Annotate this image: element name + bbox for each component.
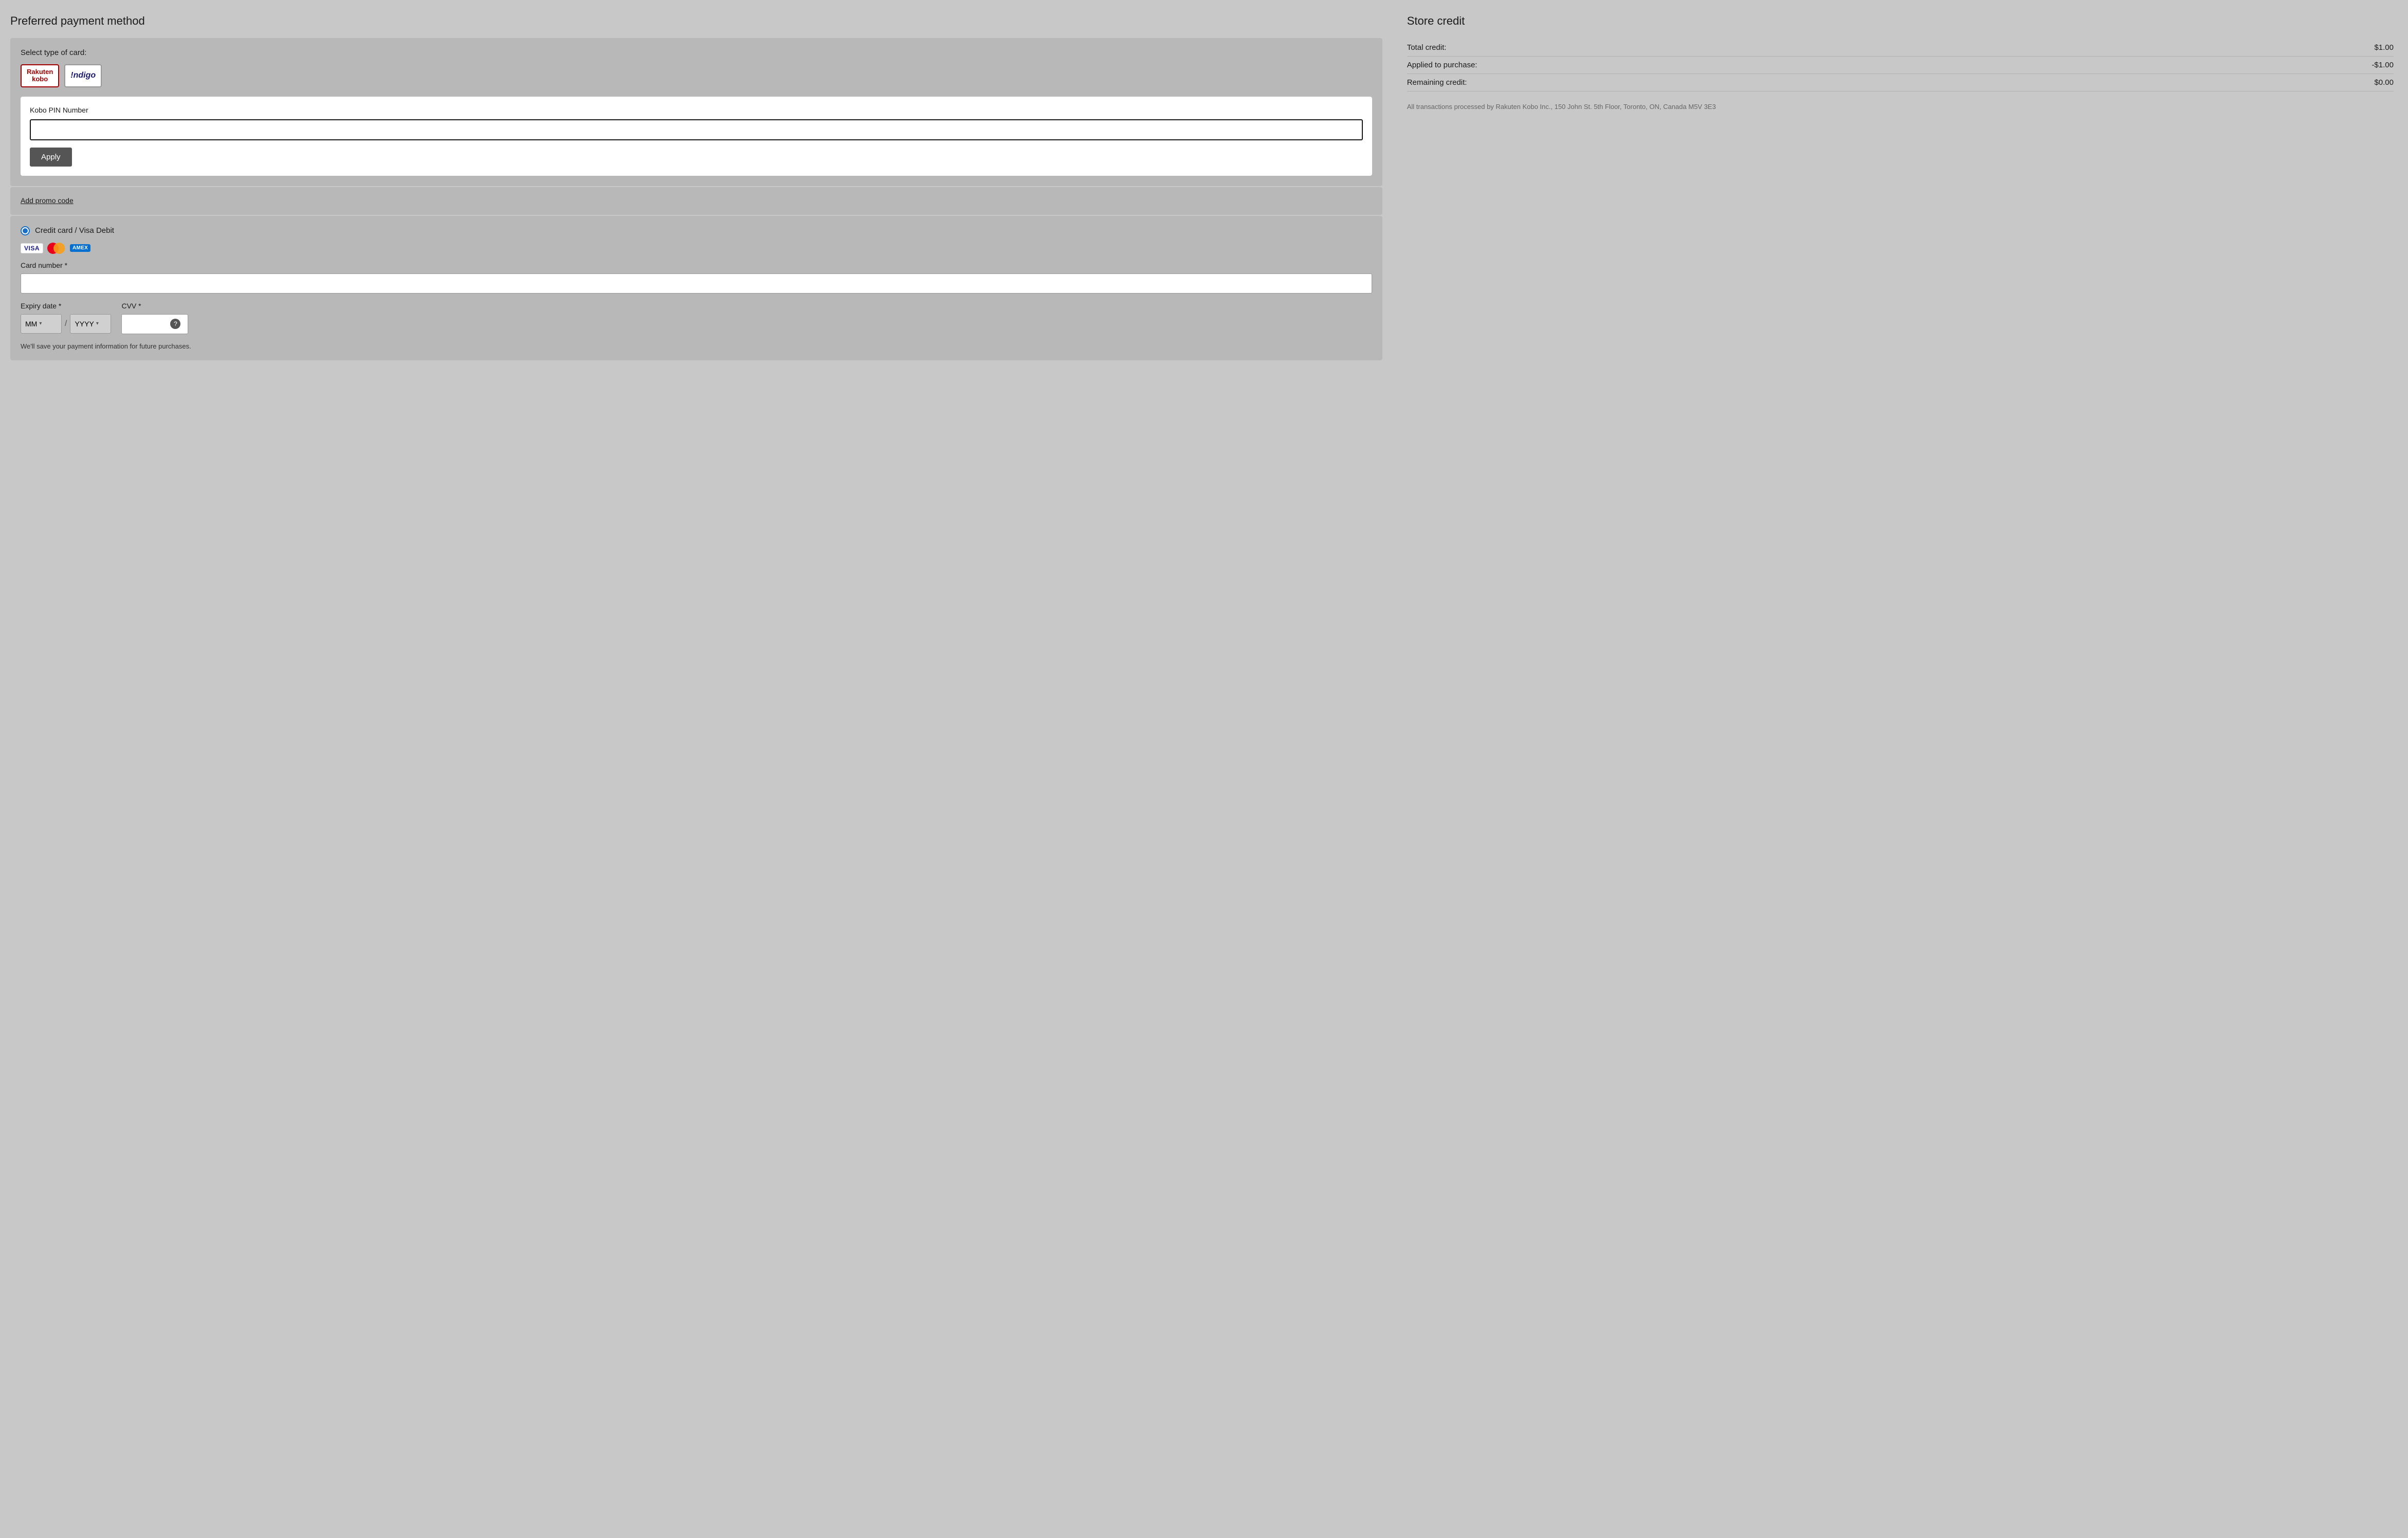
- credit-card-radio-button[interactable]: [21, 226, 30, 235]
- expiry-selects: MM ▾ / YYYY ▾: [21, 314, 111, 334]
- store-credit-title: Store credit: [1407, 14, 2394, 28]
- radio-inner: [23, 228, 28, 233]
- indigo-card-option[interactable]: !ndigo: [64, 64, 102, 87]
- card-number-input[interactable]: [21, 273, 1372, 294]
- cvv-group: CVV * ?: [121, 302, 188, 334]
- month-select[interactable]: MM ▾: [21, 314, 62, 334]
- remaining-credit-value: $0.00: [2374, 78, 2394, 87]
- month-value: MM: [25, 320, 37, 328]
- card-section: Select type of card: Rakuten kobo !ndigo…: [10, 38, 1382, 186]
- left-panel: Preferred payment method Select type of …: [0, 0, 1397, 1538]
- rakuten-text: Rakuten: [27, 68, 53, 76]
- total-credit-value: $1.00: [2374, 43, 2394, 52]
- rakuten-kobo-logo: Rakuten kobo: [27, 68, 53, 83]
- applied-credit-value: -$1.00: [2371, 61, 2394, 69]
- total-credit-row: Total credit: $1.00: [1407, 39, 2394, 57]
- select-card-label: Select type of card:: [21, 48, 1372, 57]
- apply-button[interactable]: Apply: [30, 148, 72, 167]
- pin-label: Kobo PIN Number: [30, 106, 1363, 114]
- mc-right: [53, 243, 65, 254]
- applied-credit-label: Applied to purchase:: [1407, 61, 1477, 69]
- rakuten-kobo-card-option[interactable]: Rakuten kobo: [21, 64, 59, 87]
- kobo-text: kobo: [32, 76, 48, 83]
- pin-input[interactable]: [30, 119, 1363, 140]
- year-chevron-icon: ▾: [96, 321, 99, 326]
- year-value: YYYY: [75, 320, 94, 328]
- card-number-label: Card number *: [21, 261, 1372, 269]
- month-chevron-icon: ▾: [39, 321, 42, 326]
- cvv-help-icon[interactable]: ?: [170, 319, 180, 329]
- card-options: Rakuten kobo !ndigo: [21, 64, 1372, 87]
- legal-text: All transactions processed by Rakuten Ko…: [1407, 102, 2394, 112]
- cvv-input-wrap: ?: [121, 314, 188, 334]
- add-promo-code-link[interactable]: Add promo code: [21, 196, 74, 205]
- expiry-cvv-row: Expiry date * MM ▾ / YYYY ▾ CV: [21, 302, 1372, 334]
- cvv-label: CVV *: [121, 302, 188, 310]
- amex-icon: AMEX: [70, 244, 90, 252]
- year-select[interactable]: YYYY ▾: [70, 314, 111, 334]
- mastercard-icon: [47, 243, 66, 254]
- visa-icon: VISA: [21, 243, 43, 253]
- save-note: We'll save your payment information for …: [21, 342, 1372, 350]
- applied-credit-row: Applied to purchase: -$1.00: [1407, 57, 2394, 74]
- right-panel: Store credit Total credit: $1.00 Applied…: [1397, 0, 2408, 1538]
- pin-section: Kobo PIN Number Apply: [21, 97, 1372, 176]
- card-icons-row: VISA AMEX: [21, 243, 1372, 254]
- payment-section: Credit card / Visa Debit VISA AMEX Card …: [10, 216, 1382, 360]
- total-credit-label: Total credit:: [1407, 43, 1447, 52]
- remaining-credit-label: Remaining credit:: [1407, 78, 1467, 87]
- cvv-input[interactable]: [126, 316, 167, 333]
- promo-section: Add promo code: [10, 187, 1382, 215]
- date-slash: /: [64, 319, 68, 328]
- remaining-credit-row: Remaining credit: $0.00: [1407, 74, 2394, 91]
- expiry-label: Expiry date *: [21, 302, 111, 310]
- credit-card-label: Credit card / Visa Debit: [35, 226, 114, 235]
- indigo-logo: !ndigo: [70, 71, 96, 80]
- page-title: Preferred payment method: [10, 14, 1382, 28]
- credit-card-radio-row: Credit card / Visa Debit: [21, 226, 1372, 235]
- expiry-group: Expiry date * MM ▾ / YYYY ▾: [21, 302, 111, 334]
